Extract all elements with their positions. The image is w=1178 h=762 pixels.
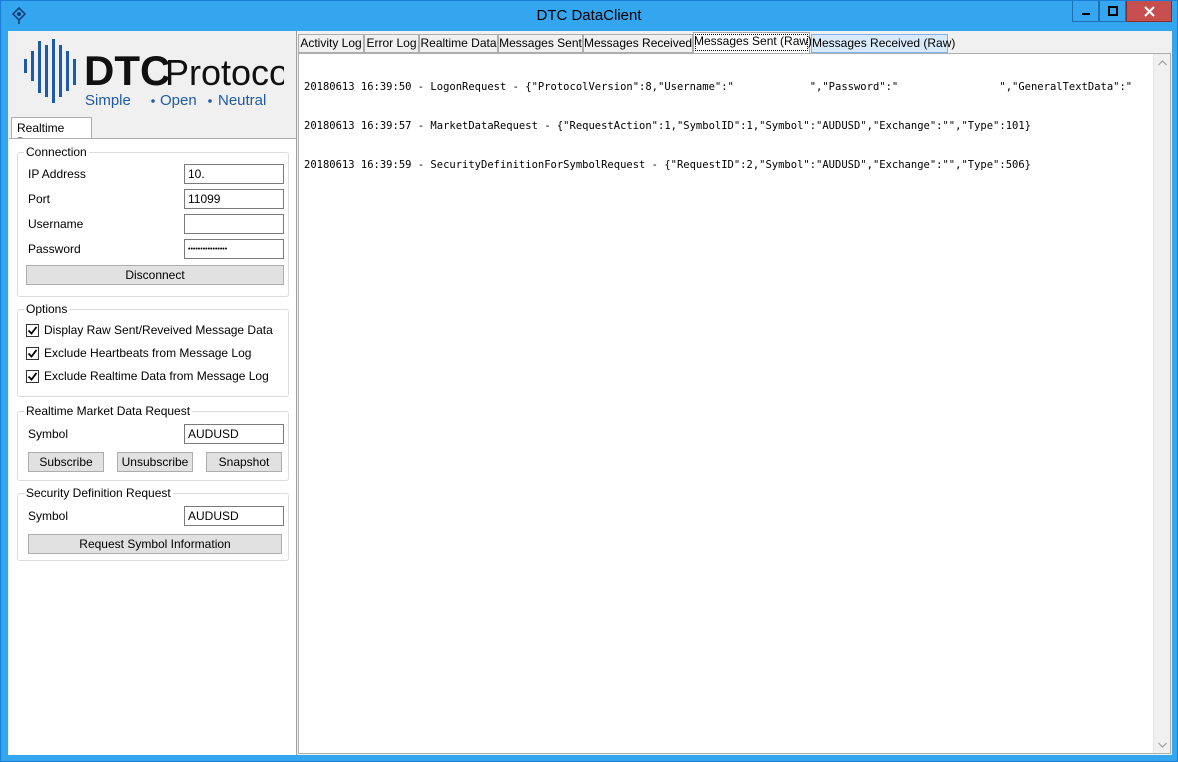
window-title: DTC DataClient — [536, 7, 642, 24]
chevron-down-icon — [1157, 742, 1167, 748]
tab-realtime-data[interactable]: Realtime Data — [419, 34, 498, 53]
port-label: Port — [28, 192, 51, 206]
logo-tagline-3: Neutral — [218, 92, 266, 109]
realtime-data-tabpage: Connection IP Address Port Username Pass… — [9, 138, 296, 755]
maximize-button[interactable] — [1099, 1, 1126, 22]
app-window: DTC DataClient DTC Protocol Simple Open … — [0, 0, 1178, 762]
client-area: DTC Protocol Simple Open Neutral Realtim… — [8, 31, 1172, 755]
market-data-request-group: Realtime Market Data Request Symbol Subs… — [17, 404, 289, 481]
chevron-up-icon — [1157, 59, 1167, 65]
connection-group: Connection IP Address Port Username Pass… — [17, 145, 289, 297]
logo-product: Protocol — [165, 52, 284, 93]
option-label: Exclude Realtime Data from Message Log — [44, 369, 269, 383]
request-symbol-info-button[interactable]: Request Symbol Information — [28, 534, 282, 554]
option-exclude-heartbeats[interactable]: Exclude Heartbeats from Message Log — [26, 345, 251, 361]
log-content: 20180613 16:39:50 - LogonRequest - {"Pro… — [304, 55, 1150, 198]
scroll-down-button[interactable] — [1154, 736, 1170, 753]
username-label: Username — [28, 217, 84, 231]
logo-tagline-1: Simple — [85, 92, 131, 109]
market-symbol-input[interactable] — [184, 424, 284, 444]
security-symbol-label: Symbol — [28, 509, 69, 523]
log-line: 20180613 16:39:59 - SecurityDefinitionFo… — [304, 159, 1031, 171]
tab-messages-sent-raw[interactable]: Messages Sent (Raw) — [693, 32, 812, 53]
checkmark-icon — [27, 371, 38, 381]
minimize-icon — [1081, 13, 1090, 15]
scroll-up-button[interactable] — [1154, 54, 1170, 71]
tab-messages-sent[interactable]: Messages Sent — [498, 34, 583, 53]
tab-realtime-data-left[interactable]: Realtime Data — [11, 117, 92, 149]
snapshot-button[interactable]: Snapshot — [206, 452, 282, 472]
logo-bars — [24, 39, 76, 103]
vertical-scrollbar[interactable] — [1153, 54, 1170, 753]
ip-address-input[interactable] — [184, 164, 284, 184]
username-input[interactable] — [184, 214, 284, 234]
password-input[interactable] — [184, 239, 284, 259]
market-symbol-label: Symbol — [28, 427, 69, 441]
disconnect-button[interactable]: Disconnect — [26, 265, 284, 285]
connection-group-label: Connection — [24, 145, 89, 159]
port-input[interactable] — [184, 189, 284, 209]
tab-activity-log[interactable]: Activity Log — [298, 34, 364, 53]
tab-messages-received-raw[interactable]: Messages Received (Raw) — [811, 34, 955, 53]
options-group: Options Display Raw Sent/Reveived Messag… — [17, 302, 289, 397]
option-exclude-realtime[interactable]: Exclude Realtime Data from Message Log — [26, 368, 269, 384]
tab-error-log[interactable]: Error Log — [364, 34, 419, 53]
logo-tagline-2: Open — [160, 92, 197, 109]
tab-messages-received[interactable]: Messages Received — [583, 34, 693, 53]
option-display-raw[interactable]: Display Raw Sent/Reveived Message Data — [26, 322, 273, 338]
close-icon — [1143, 5, 1155, 17]
title-bar[interactable]: DTC DataClient — [1, 1, 1177, 31]
option-label: Display Raw Sent/Reveived Message Data — [44, 323, 273, 337]
subscribe-button[interactable]: Subscribe — [28, 452, 104, 472]
security-def-group-label: Security Definition Request — [24, 486, 173, 500]
checkbox[interactable] — [26, 369, 39, 383]
password-label: Password — [28, 242, 81, 256]
close-button[interactable] — [1126, 1, 1172, 22]
log-line: 20180613 16:39:50 - LogonRequest - {"Pro… — [304, 81, 1133, 93]
checkbox[interactable] — [26, 346, 39, 360]
log-line: 20180613 16:39:57 - MarketDataRequest - … — [304, 120, 1031, 132]
checkmark-icon — [27, 325, 38, 335]
left-panel: DTC Protocol Simple Open Neutral Realtim… — [8, 31, 297, 755]
unsubscribe-button[interactable]: Unsubscribe — [117, 452, 193, 472]
messages-sent-raw-log[interactable]: 20180613 16:39:50 - LogonRequest - {"Pro… — [298, 53, 1171, 754]
security-definition-group: Security Definition Request Symbol Reque… — [17, 486, 289, 561]
maximize-icon — [1107, 6, 1118, 16]
ip-address-label: IP Address — [28, 167, 86, 181]
logo-brand: DTC — [84, 47, 170, 94]
security-symbol-input[interactable] — [184, 506, 284, 526]
checkbox[interactable] — [26, 323, 39, 337]
options-group-label: Options — [24, 302, 70, 316]
checkmark-icon — [27, 348, 38, 358]
minimize-button[interactable] — [1072, 1, 1099, 22]
option-label: Exclude Heartbeats from Message Log — [44, 346, 252, 360]
dtc-protocol-logo: DTC Protocol Simple Open Neutral — [24, 39, 284, 109]
market-data-group-label: Realtime Market Data Request — [24, 404, 193, 418]
